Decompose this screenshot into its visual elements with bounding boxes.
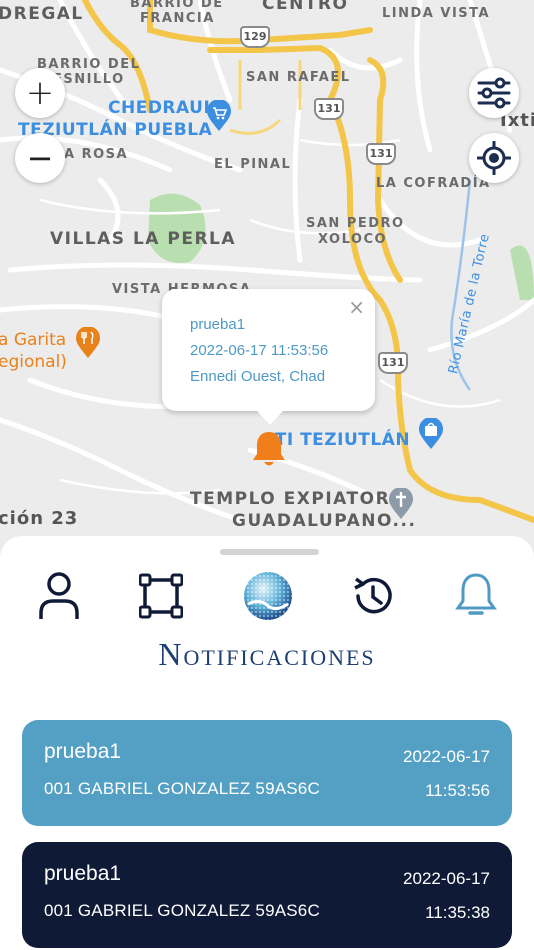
nav-home-button[interactable]	[242, 570, 294, 622]
map-label-seccion: ción 23	[0, 508, 79, 529]
map-label-el-pinal: EL PINAL	[214, 157, 292, 172]
map-label-la-cofradia: LA COFRADÍA	[376, 176, 491, 191]
shopping-cart-pin-icon	[207, 100, 231, 131]
map-info-popup: × prueba1 2022-06-17 11:53:56 Ennedi Oue…	[162, 289, 375, 425]
restaurant-pin-icon	[76, 327, 100, 358]
notification-card[interactable]: prueba1 001 GABRIEL GONZALEZ 59AS6C 2022…	[22, 842, 512, 948]
sheet-drag-handle[interactable]	[220, 549, 319, 555]
map-label-san-pedro-2: XOLOCO	[318, 232, 388, 247]
notification-date: 2022-06-17	[403, 869, 490, 888]
notification-device: 001 GABRIEL GONZALEZ 59AS6C	[44, 779, 320, 798]
notification-name: prueba1	[44, 740, 122, 763]
page-title: Notificaciones	[158, 636, 376, 672]
nav-notifications-button[interactable]	[454, 570, 498, 622]
church-pin-icon	[389, 488, 413, 519]
popup-datetime: 2022-06-17 11:53:56	[190, 342, 329, 359]
map-label-san-rafael: SAN RAFAEL	[246, 70, 351, 85]
shopping-bag-pin-icon	[419, 418, 443, 449]
popup-close-button[interactable]: ×	[348, 295, 365, 319]
map-view[interactable]: DREGAL BARRIO DE FRANCIA CENTRO LINDA VI…	[0, 0, 534, 560]
notification-device: 001 GABRIEL GONZALEZ 59AS6C	[44, 901, 320, 920]
map-label-la-garita-2: egional)	[0, 352, 67, 372]
map-label-san-pedro: SAN PEDRO	[306, 216, 405, 231]
route-shield-129: 129	[240, 26, 270, 48]
zoom-out-button[interactable]: −	[15, 133, 65, 183]
plus-icon: +	[25, 73, 55, 113]
map-label-chedraui: CHEDRAUI	[108, 98, 211, 118]
filters-button[interactable]	[469, 68, 519, 118]
map-label-la-garita: a Garita	[0, 330, 67, 350]
map-label-dregal: DREGAL	[0, 4, 84, 24]
zoom-in-button[interactable]: +	[15, 68, 65, 118]
route-shield-131: 131	[378, 352, 408, 374]
popup-location: Ennedi Ouest, Chad	[190, 368, 326, 385]
minus-icon: −	[26, 139, 54, 177]
map-label-linda-vista: LINDA VISTA	[382, 6, 491, 21]
route-shield-131: 131	[314, 98, 344, 120]
notification-time: 11:35:38	[425, 903, 490, 922]
square-frame-icon	[139, 573, 183, 619]
sliders-icon	[477, 77, 511, 109]
nav-profile-button[interactable]	[37, 570, 81, 622]
map-label-centro: CENTRO	[262, 0, 349, 14]
map-label-villas-la-perla: VILLAS LA PERLA	[50, 229, 237, 249]
map-label-rosa: A ROSA	[64, 147, 129, 162]
route-shield-131: 131	[366, 143, 396, 165]
bell-marker-icon[interactable]	[250, 429, 288, 471]
globe-logo-icon	[244, 572, 292, 620]
user-icon	[39, 572, 79, 619]
map-label-templo: TEMPLO EXPIATORIO	[190, 489, 414, 509]
bottom-sheet: Notificaciones prueba1 001 GABRIEL GONZA…	[0, 536, 534, 950]
nav-history-button[interactable]	[351, 570, 395, 622]
map-label-barrio-francia-2: FRANCIA	[140, 11, 215, 26]
nav-geofence-button[interactable]	[139, 570, 183, 622]
notification-card[interactable]: prueba1 001 GABRIEL GONZALEZ 59AS6C 2022…	[22, 720, 512, 826]
history-icon	[354, 577, 392, 614]
crosshair-icon	[477, 141, 511, 175]
notification-time: 11:53:56	[425, 781, 490, 800]
locate-button[interactable]	[469, 133, 519, 183]
bell-icon	[455, 573, 497, 615]
notification-date: 2022-06-17	[403, 747, 490, 766]
notification-name: prueba1	[44, 862, 122, 885]
